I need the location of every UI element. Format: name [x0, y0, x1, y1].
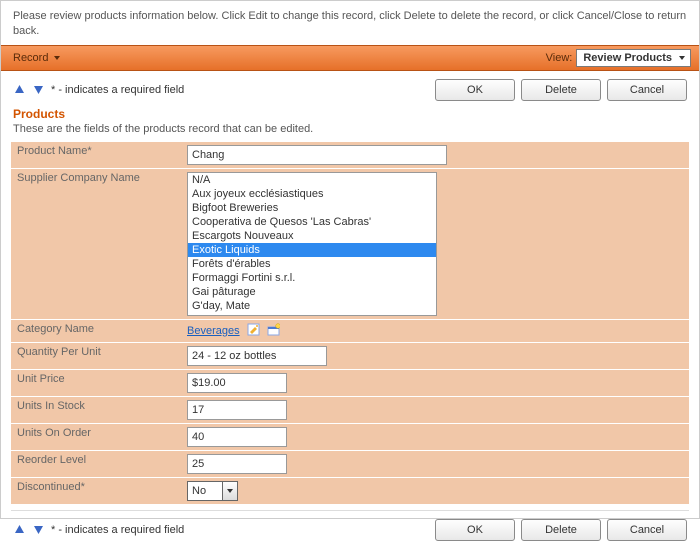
unit-price-label: Unit Price: [17, 373, 65, 385]
supplier-option[interactable]: Bigfoot Breweries: [188, 201, 436, 215]
view-select-value: Review Products: [583, 52, 672, 64]
required-mark: *: [87, 145, 91, 157]
chevron-down-icon[interactable]: [222, 482, 237, 500]
qpu-label: Quantity Per Unit: [17, 346, 101, 358]
supplier-option[interactable]: Aux joyeux ecclésiastiques: [188, 187, 436, 201]
actionbar-bottom: * - indicates a required field OK Delete…: [1, 511, 699, 547]
record-menu[interactable]: Record: [9, 50, 64, 66]
qpu-input[interactable]: [187, 346, 327, 366]
supplier-option[interactable]: Gai pâturage: [188, 285, 436, 299]
delete-button[interactable]: Delete: [521, 519, 601, 541]
discontinued-value: No: [188, 482, 222, 500]
unit-price-input[interactable]: [187, 373, 287, 393]
ok-button[interactable]: OK: [435, 79, 515, 101]
required-note: * - indicates a required field: [51, 524, 184, 536]
supplier-option[interactable]: G'day, Mate: [188, 299, 436, 313]
next-record-icon[interactable]: [32, 523, 45, 536]
next-record-icon[interactable]: [32, 83, 45, 96]
reorder-level-label: Reorder Level: [17, 454, 86, 466]
supplier-option[interactable]: Forêts d'érables: [188, 257, 436, 271]
units-on-order-input[interactable]: [187, 427, 287, 447]
supplier-listbox[interactable]: N/AAux joyeux ecclésiastiquesBigfoot Bre…: [187, 172, 437, 316]
prev-record-icon[interactable]: [13, 523, 26, 536]
product-name-label: Product Name: [17, 145, 87, 157]
required-mark: *: [81, 481, 85, 493]
chevron-down-icon: [54, 56, 60, 60]
supplier-label: Supplier Company Name: [17, 172, 140, 184]
record-menu-label: Record: [13, 52, 48, 64]
supplier-option[interactable]: Exotic Liquids: [188, 243, 436, 257]
cancel-button[interactable]: Cancel: [607, 519, 687, 541]
supplier-option[interactable]: Escargots Nouveaux: [188, 229, 436, 243]
form-table: Product Name* Supplier Company Name N/AA…: [11, 141, 689, 504]
instructions-text: Please review products information below…: [1, 1, 699, 45]
units-in-stock-input[interactable]: [187, 400, 287, 420]
new-icon[interactable]: [267, 323, 280, 339]
cancel-button[interactable]: Cancel: [607, 79, 687, 101]
units-on-order-label: Units On Order: [17, 427, 91, 439]
discontinued-select[interactable]: No: [187, 481, 238, 501]
view-select[interactable]: Review Products: [576, 49, 691, 67]
edit-icon[interactable]: [247, 323, 260, 339]
units-in-stock-label: Units In Stock: [17, 400, 85, 412]
view-label: View:: [546, 52, 573, 64]
supplier-option[interactable]: Formaggi Fortini s.r.l.: [188, 271, 436, 285]
reorder-level-input[interactable]: [187, 454, 287, 474]
prev-record-icon[interactable]: [13, 83, 26, 96]
section-title: Products: [1, 107, 699, 121]
delete-button[interactable]: Delete: [521, 79, 601, 101]
category-link[interactable]: Beverages: [187, 325, 240, 337]
section-subtitle: These are the fields of the products rec…: [1, 121, 699, 141]
discontinued-label: Discontinued: [17, 481, 81, 493]
ok-button[interactable]: OK: [435, 519, 515, 541]
category-label: Category Name: [17, 323, 94, 335]
actionbar-top: * - indicates a required field OK Delete…: [1, 71, 699, 107]
required-note: * - indicates a required field: [51, 84, 184, 96]
supplier-option[interactable]: N/A: [188, 173, 436, 187]
product-name-input[interactable]: [187, 145, 447, 165]
supplier-option[interactable]: Cooperativa de Quesos 'Las Cabras': [188, 215, 436, 229]
toolbar: Record View: Review Products: [1, 45, 699, 71]
